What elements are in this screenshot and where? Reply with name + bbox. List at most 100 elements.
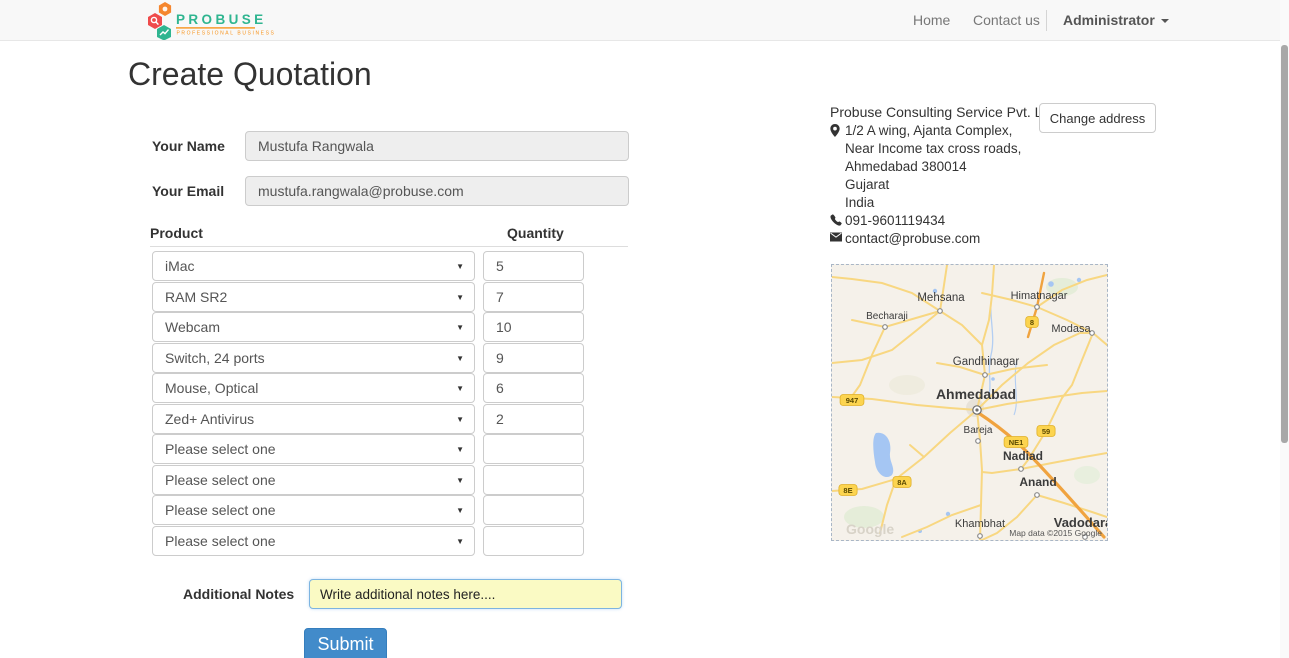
product-select[interactable]: Please select one ▼	[152, 465, 475, 495]
product-select[interactable]: Please select one▼	[152, 434, 475, 464]
product-select[interactable]: Switch, 24 ports ▼	[152, 343, 475, 373]
product-select-value: RAM SR2	[165, 289, 227, 305]
product-row: Mouse, Optical▼	[152, 373, 584, 403]
quantity-column-header: Quantity	[507, 225, 564, 241]
product-row: Please select one ▼	[152, 526, 584, 556]
chevron-down-icon: ▼	[456, 374, 464, 403]
map-city-label: Bareja	[964, 425, 993, 436]
svg-text:PROBUSE: PROBUSE	[176, 12, 267, 27]
map[interactable]: 9478NE1598A8EMehsanaHimatnagarBecharajiM…	[831, 264, 1108, 541]
quantity-input[interactable]	[483, 373, 584, 403]
address-line: Near Income tax cross roads,	[830, 140, 1021, 158]
email-input[interactable]	[245, 176, 629, 206]
product-select-value: Please select one	[165, 502, 276, 518]
chevron-down-icon: ▼	[456, 466, 464, 495]
quantity-input[interactable]	[483, 282, 584, 312]
product-select[interactable]: RAM SR2 ▼	[152, 282, 475, 312]
map-city-label: Mehsana	[917, 292, 965, 304]
product-select[interactable]: Please select one ▼	[152, 526, 475, 556]
svg-text:8A: 8A	[897, 478, 907, 487]
additional-notes-input[interactable]	[309, 579, 622, 609]
map-city-label: Khambhat	[955, 518, 1005, 530]
map-city-label: Himatnagar	[1011, 290, 1068, 302]
product-row: iMac▼	[152, 251, 584, 281]
change-address-button[interactable]: Change address	[1039, 103, 1156, 133]
address-line: India	[830, 194, 1021, 212]
map-city-label: Gandhinagar	[953, 356, 1020, 368]
map-marker-icon	[830, 124, 840, 137]
svg-text:8E: 8E	[843, 486, 852, 495]
quantity-input[interactable]	[483, 343, 584, 373]
product-column-header: Product	[150, 225, 203, 241]
map-city-label: Ahmedabad	[936, 386, 1016, 402]
quantity-input[interactable]	[483, 465, 584, 495]
additional-notes-label: Additional Notes	[183, 579, 294, 609]
svg-text:947: 947	[846, 396, 859, 405]
page-title: Create Quotation	[128, 56, 372, 93]
product-select-value: Please select one	[165, 533, 276, 549]
envelope-icon	[830, 232, 842, 242]
quantity-input[interactable]	[483, 312, 584, 342]
name-label: Your Name	[152, 131, 225, 161]
map-city-label: Nadiad	[1003, 449, 1043, 463]
product-select[interactable]: Webcam ▼	[152, 312, 475, 342]
nav-home[interactable]: Home	[913, 0, 950, 41]
product-select-value: Please select one	[165, 441, 276, 457]
product-row: Webcam ▼	[152, 312, 584, 342]
product-row: Please select one▼	[152, 434, 584, 464]
quantity-input[interactable]	[483, 404, 584, 434]
quantity-input[interactable]	[483, 251, 584, 281]
map-city-label: Modasa	[1051, 323, 1091, 335]
brand-logo[interactable]: PROBUSE PROFESSIONAL BUSINESS	[145, 1, 275, 45]
product-row: RAM SR2 ▼	[152, 282, 584, 312]
chevron-down-icon: ▼	[456, 313, 464, 342]
product-select-value: Webcam	[165, 319, 220, 335]
nav-divider	[1046, 10, 1047, 31]
product-row: Zed+ Antivirus ▼	[152, 404, 584, 434]
chevron-down-icon: ▼	[456, 283, 464, 312]
product-select-value: Please select one	[165, 472, 276, 488]
map-city-label: Becharaji	[866, 311, 908, 322]
product-select-value: iMac	[165, 258, 195, 274]
quantity-input[interactable]	[483, 526, 584, 556]
product-select[interactable]: Zed+ Antivirus ▼	[152, 404, 475, 434]
product-select[interactable]: Mouse, Optical▼	[152, 373, 475, 403]
company-phone: 091-9601119434	[830, 212, 1021, 230]
map-city-label: Anand	[1019, 475, 1056, 489]
chevron-down-icon: ▼	[456, 527, 464, 556]
chevron-down-icon: ▼	[456, 496, 464, 525]
scrollbar-thumb[interactable]	[1281, 45, 1288, 443]
map-svg: 9478NE1598A8EMehsanaHimatnagarBecharajiM…	[832, 265, 1107, 540]
address-line: 1/2 A wing, Ajanta Complex,	[830, 122, 1021, 140]
company-address: 1/2 A wing, Ajanta Complex,Near Income t…	[830, 122, 1021, 248]
svg-text:PROFESSIONAL BUSINESS: PROFESSIONAL BUSINESS	[177, 31, 276, 37]
address-line: Ahmedabad 380014	[830, 158, 1021, 176]
table-header-divider	[150, 246, 628, 247]
company-email: contact@probuse.com	[830, 230, 1021, 248]
nav-administrator-menu[interactable]: Administrator	[1063, 0, 1169, 41]
name-input[interactable]	[245, 131, 629, 161]
quantity-input[interactable]	[483, 434, 584, 464]
navbar: PROBUSE PROFESSIONAL BUSINESS Home Conta…	[0, 0, 1280, 41]
submit-button[interactable]: Submit	[304, 628, 387, 658]
probuse-logo-icon: PROBUSE PROFESSIONAL BUSINESS	[145, 1, 275, 40]
phone-icon	[830, 214, 842, 226]
svg-text:59: 59	[1042, 427, 1050, 436]
email-label: Your Email	[152, 176, 224, 206]
google-watermark: Google	[846, 521, 894, 537]
company-name: Probuse Consulting Service Pvt. Ltd.	[830, 104, 1058, 120]
product-row: Please select one ▼	[152, 495, 584, 525]
product-select-value: Switch, 24 ports	[165, 350, 265, 366]
chevron-down-icon: ▼	[456, 405, 464, 434]
nav-contact-us[interactable]: Contact us	[973, 0, 1040, 41]
product-select[interactable]: iMac▼	[152, 251, 475, 281]
chevron-down-icon: ▼	[456, 344, 464, 373]
product-row: Please select one ▼	[152, 465, 584, 495]
product-select[interactable]: Please select one ▼	[152, 495, 475, 525]
map-attribution: Map data ©2015 Google	[1009, 528, 1102, 538]
svg-text:NE1: NE1	[1009, 438, 1024, 447]
quantity-input[interactable]	[483, 495, 584, 525]
product-select-value: Zed+ Antivirus	[165, 411, 254, 427]
address-line: Gujarat	[830, 176, 1021, 194]
product-rows: iMac▼RAM SR2▼Webcam▼Switch, 24 ports▼Mou…	[152, 251, 584, 556]
